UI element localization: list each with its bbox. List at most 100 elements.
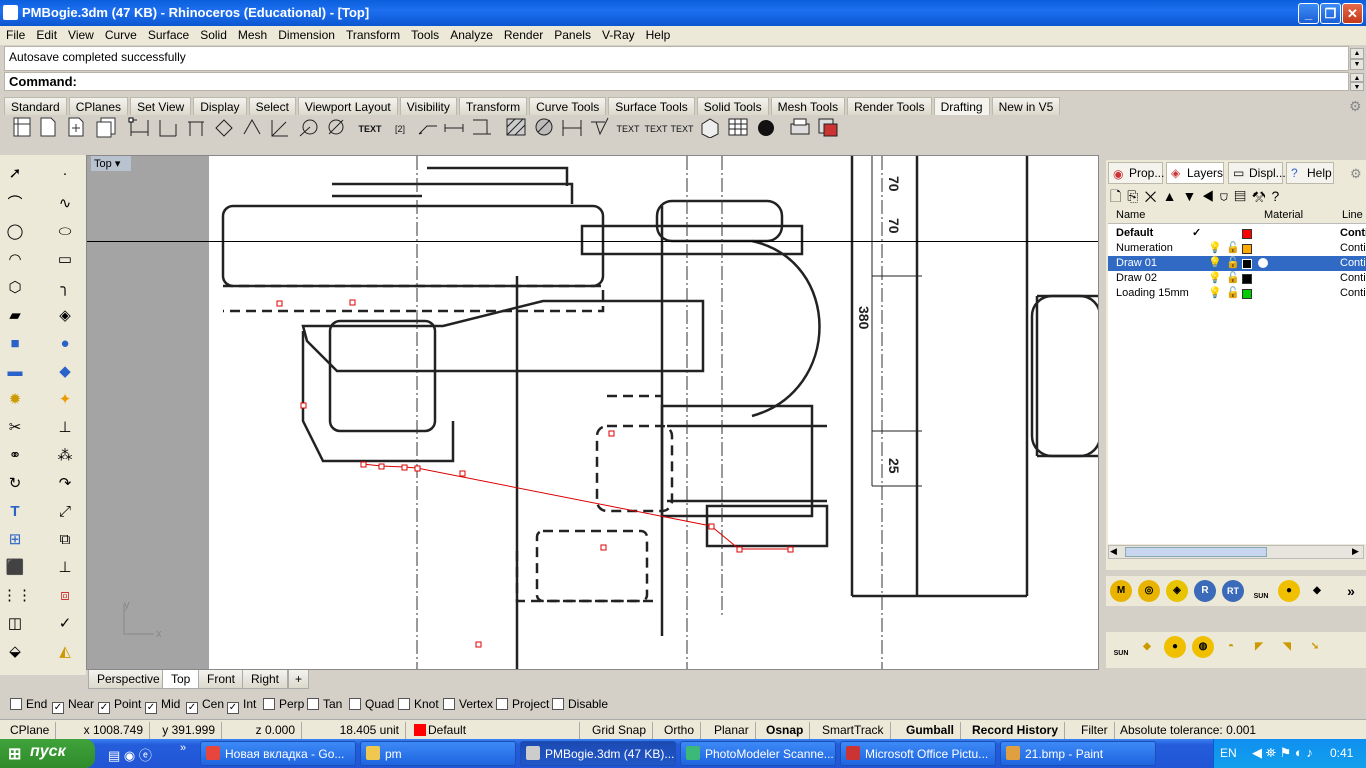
point-icon[interactable]: · <box>52 161 78 187</box>
show-desktop-icon[interactable]: ▤ <box>108 748 120 763</box>
surface-edit-icon[interactable]: ◈ <box>52 303 78 329</box>
dim-diameter-icon[interactable] <box>324 116 348 142</box>
filter-button[interactable]: Filter <box>1075 722 1115 739</box>
layer-row-numeration[interactable]: Numeration 💡 🔓 Conti <box>1108 241 1366 256</box>
col-name[interactable]: Name <box>1116 209 1145 221</box>
move-layer-down-icon[interactable]: ▼ <box>1182 188 1202 204</box>
menu-transform[interactable]: Transform <box>340 26 405 42</box>
layer-material-icon[interactable] <box>1258 258 1268 268</box>
tab-display[interactable]: Display <box>193 97 247 115</box>
render-tool-icon[interactable]: ◭ <box>52 639 78 665</box>
osnap-perp-checkbox[interactable] <box>263 698 275 710</box>
layer-color-swatch[interactable] <box>1242 289 1252 299</box>
rectangle-icon[interactable]: ▭ <box>52 247 78 273</box>
linear-light-icon[interactable]: ➘ <box>1304 636 1326 658</box>
move-layer-out-icon[interactable]: ◀ <box>1202 188 1219 204</box>
osnap-vertex-checkbox[interactable] <box>443 698 455 710</box>
quicklaunch-expand-icon[interactable]: » <box>180 742 186 754</box>
layer-list-hscrollbar[interactable]: ◀ ▶ <box>1108 545 1364 559</box>
command-scroll-down-icon[interactable]: ▼ <box>1350 82 1364 91</box>
command-prompt[interactable]: Command: <box>4 72 1349 91</box>
record-history-toggle[interactable]: Record History <box>966 722 1066 739</box>
osnap-cen[interactable]: ✓ Cen <box>186 697 224 714</box>
layer-unlock-icon[interactable]: 🔓 <box>1226 286 1240 299</box>
control-point[interactable] <box>608 430 615 437</box>
spotlight-icon[interactable]: ◆ <box>1306 580 1328 602</box>
mesh-icon[interactable]: ◆ <box>52 359 78 385</box>
move-layer-up-icon[interactable]: ▲ <box>1163 188 1183 204</box>
layer-tool-icon[interactable]: ⧈ <box>52 583 78 609</box>
control-point[interactable] <box>401 464 408 471</box>
control-point[interactable] <box>475 641 482 648</box>
polygon-icon[interactable]: ⬡ <box>2 275 28 301</box>
light-sphere-icon[interactable]: ● <box>1278 580 1300 602</box>
tab-front[interactable]: Front <box>198 670 245 689</box>
dimension-tool-icon[interactable]: ⊥ <box>52 555 78 581</box>
tab-transform[interactable]: Transform <box>458 97 528 115</box>
texture-icon[interactable]: ◈ <box>1166 580 1188 602</box>
grid-icon[interactable] <box>726 116 750 142</box>
layout-icon[interactable] <box>816 116 840 142</box>
tab-solid-tools[interactable]: Solid Tools <box>696 97 769 115</box>
array-icon[interactable]: ⊞ <box>2 527 28 553</box>
control-point[interactable] <box>459 470 466 477</box>
task-chrome[interactable]: Новая вкладка - Go... <box>200 741 356 766</box>
tab-viewport-layout[interactable]: Viewport Layout <box>297 97 398 115</box>
explode-icon[interactable]: ⁂ <box>52 443 78 469</box>
menu-analyze[interactable]: Analyze <box>444 26 498 42</box>
boolean-union-icon[interactable]: ● <box>52 331 78 357</box>
menu-tools[interactable]: Tools <box>405 26 444 42</box>
new-sublayer-icon[interactable]: ⎘ <box>1127 188 1144 204</box>
command-scroll-up-icon[interactable]: ▲ <box>1350 73 1364 82</box>
filter-layers-icon[interactable]: ⛉ <box>1219 188 1234 204</box>
directional-light-icon[interactable]: ◆ <box>1136 636 1158 658</box>
dim-angle45-icon[interactable] <box>268 116 292 142</box>
osnap-near[interactable]: ✓ Near <box>52 697 94 714</box>
select-arrow-icon[interactable]: ➚ <box>2 161 28 187</box>
layer-row-draw-02[interactable]: Draw 02 💡 🔓 Conti <box>1108 271 1366 286</box>
cylinder-icon[interactable]: ▬ <box>2 359 28 385</box>
ie-quicklaunch-icon[interactable]: ⓔ <box>139 748 152 763</box>
task-pm-folder[interactable]: pm <box>360 741 516 766</box>
osnap-quad[interactable]: Quad <box>349 697 394 711</box>
tab-standard[interactable]: Standard <box>4 97 67 115</box>
osnap-quad-checkbox[interactable] <box>349 698 361 710</box>
osnap-knot-checkbox[interactable] <box>398 698 410 710</box>
start-button[interactable]: ⊞ пуск <box>0 739 95 768</box>
tab-properties[interactable]: ◉ Prop... <box>1108 162 1164 184</box>
sun-light-icon[interactable]: SUN <box>1110 636 1132 658</box>
ies-light-icon[interactable]: ◥ <box>1276 636 1298 658</box>
dim-rotated-icon[interactable] <box>184 116 208 142</box>
menu-surface[interactable]: Surface <box>142 26 194 42</box>
language-indicator[interactable]: EN <box>1220 746 1237 760</box>
menu-render[interactable]: Render <box>498 26 548 42</box>
menu-solid[interactable]: Solid <box>194 26 232 42</box>
layer-color-swatch[interactable] <box>1242 259 1252 269</box>
menu-file[interactable]: File <box>0 26 30 42</box>
layer-visible-bulb-icon[interactable]: 💡 <box>1208 271 1222 284</box>
environment-icon[interactable]: ◎ <box>1138 580 1160 602</box>
point-light-icon[interactable]: ● <box>1164 636 1186 658</box>
col-material[interactable]: Material <box>1264 209 1303 221</box>
control-point[interactable] <box>600 544 607 551</box>
toolbar-options-gear-icon[interactable]: ⚙ <box>1349 98 1362 115</box>
osnap-mid-checkbox[interactable]: ✓ <box>145 702 157 714</box>
curve-cv-icon[interactable]: ∿ <box>52 191 78 217</box>
light-icon[interactable]: ✦ <box>52 387 78 413</box>
print-icon[interactable] <box>788 116 812 142</box>
check-icon[interactable]: ✓ <box>52 611 78 637</box>
tab-render-tools[interactable]: Render Tools <box>847 97 932 115</box>
osnap-perp[interactable]: Perp <box>263 697 304 711</box>
command-history[interactable]: Autosave completed successfully <box>4 46 1349 71</box>
text-object-icon[interactable]: TEXT <box>670 116 694 142</box>
history-scroll-up-icon[interactable]: ▲ <box>1350 48 1364 59</box>
tab-perspective[interactable]: Perspective <box>88 670 169 689</box>
layer-unlock-icon[interactable]: 🔓 <box>1226 271 1240 284</box>
layer-color-swatch[interactable] <box>1242 244 1252 254</box>
menu-mesh[interactable]: Mesh <box>232 26 272 42</box>
dim-ordinate-icon[interactable] <box>442 116 466 142</box>
gear-tool-icon[interactable]: ✹ <box>2 387 28 413</box>
layer-color-swatch[interactable] <box>1242 229 1252 239</box>
top-viewport[interactable]: Top ▾ 70 70 380 25 y x <box>86 155 1099 670</box>
control-point[interactable] <box>349 299 356 306</box>
